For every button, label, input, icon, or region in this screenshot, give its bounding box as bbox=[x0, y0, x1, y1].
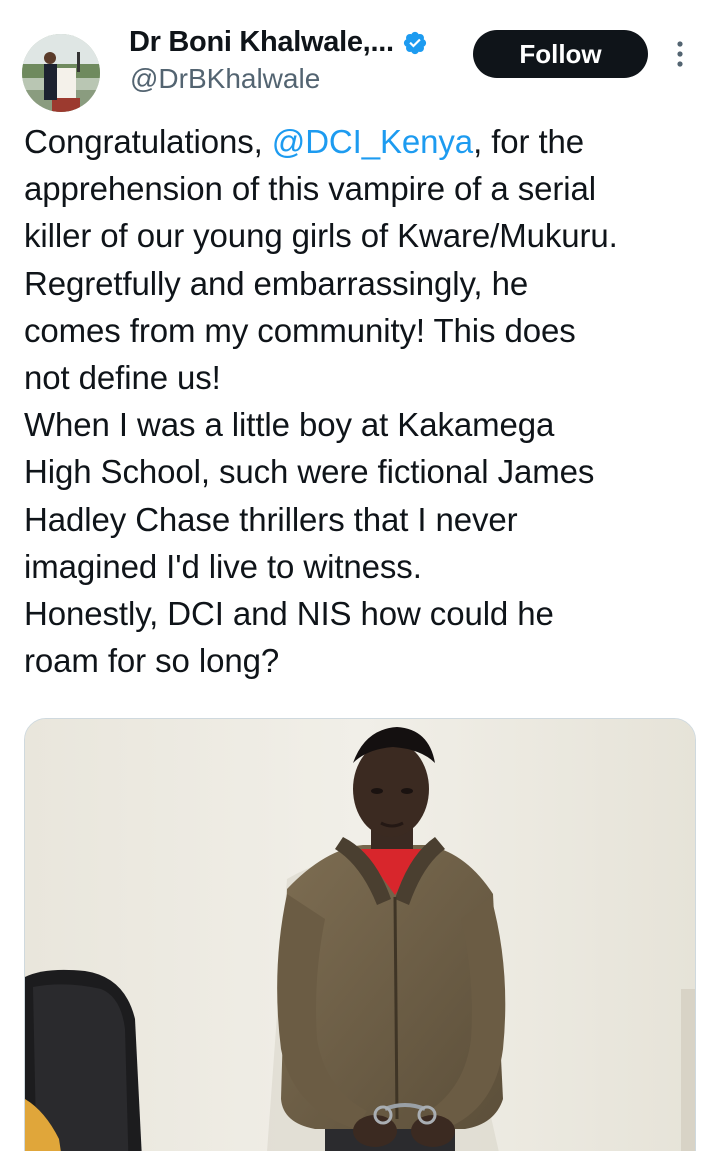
tweet-line: killer of our young girls of Kware/Mukur… bbox=[24, 217, 618, 255]
tweet-card: Dr Boni Khalwale,... @DrBKhalwale Follow… bbox=[0, 0, 720, 1151]
tweet-line: Congratulations, @DCI_Kenya, for the bbox=[24, 118, 704, 165]
tweet-line: imagined I'd live to witness. bbox=[24, 547, 422, 585]
tweet-text-segment: Congratulations, bbox=[24, 123, 272, 160]
more-vertical-icon[interactable] bbox=[672, 38, 688, 70]
verified-badge-icon bbox=[403, 31, 426, 54]
follow-button[interactable]: Follow bbox=[473, 30, 648, 78]
tweet-line: comes from my community! This does bbox=[24, 311, 576, 349]
photo-illustration bbox=[25, 719, 695, 1151]
tweet-line: roam for so long? bbox=[24, 642, 280, 680]
tweet-line: Regretfully and embarrassingly, he bbox=[24, 264, 529, 302]
tweet-line: When I was a little boy at Kakamega bbox=[24, 406, 555, 444]
tweet-photo[interactable] bbox=[24, 718, 696, 1151]
tweet-line: Honestly, DCI and NIS how could he bbox=[24, 595, 554, 633]
author-name-row: Dr Boni Khalwale,... bbox=[129, 26, 428, 59]
tweet-text-segment: , for the bbox=[473, 123, 585, 160]
tweet-line: not define us! bbox=[24, 359, 221, 397]
tweet-line: apprehension of this vampire of a serial bbox=[24, 170, 596, 208]
tweet-line: Hadley Chase thrillers that I never bbox=[24, 500, 518, 538]
avatar[interactable] bbox=[22, 34, 100, 112]
author-handle[interactable]: @DrBKhalwale bbox=[130, 63, 320, 95]
tweet-text: Congratulations, @DCI_Kenya, for the app… bbox=[24, 118, 704, 684]
mention-link[interactable]: @DCI_Kenya bbox=[272, 123, 473, 160]
author-display-name[interactable]: Dr Boni Khalwale,... bbox=[129, 26, 394, 59]
tweet-line: High School, such were fictional James bbox=[24, 453, 595, 491]
